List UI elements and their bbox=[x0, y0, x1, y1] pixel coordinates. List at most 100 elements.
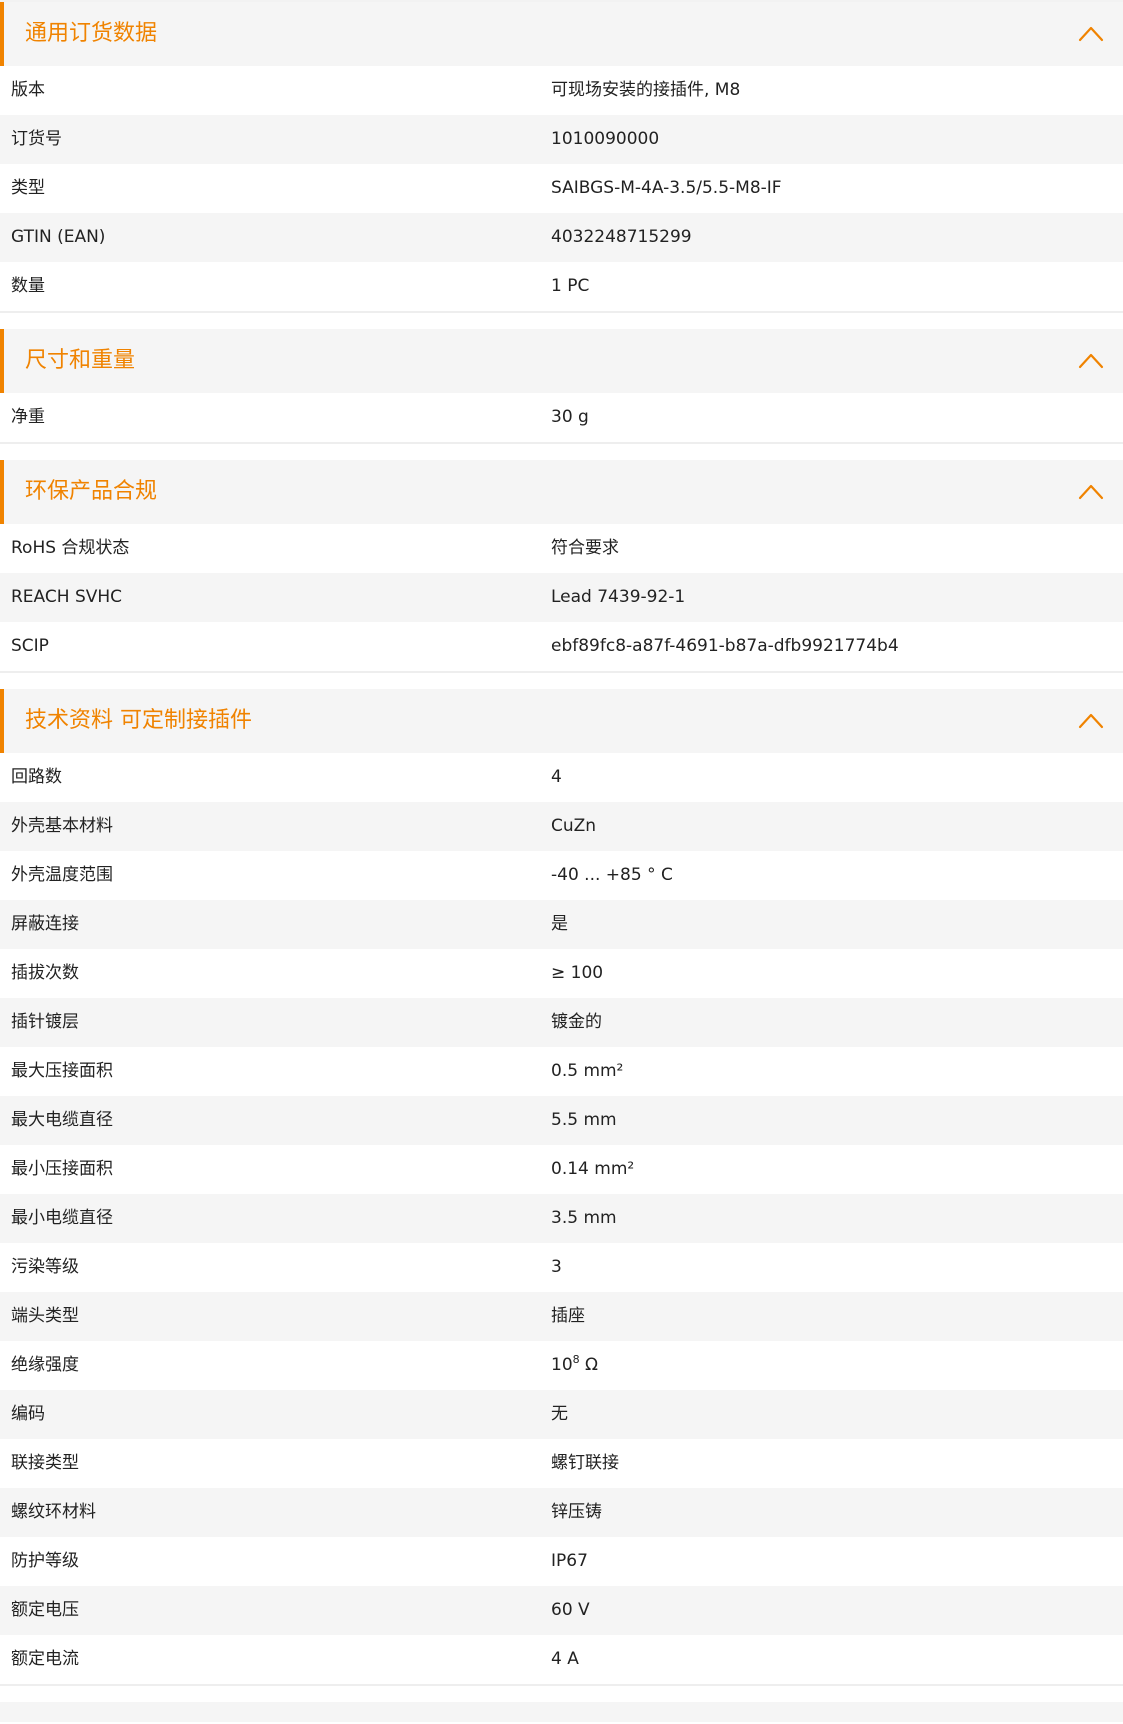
spec-value-text: 4 bbox=[551, 767, 562, 787]
spec-value-text: 可现场安装的接插件, M8 bbox=[551, 80, 741, 100]
spec-row: 回路数 4 bbox=[0, 753, 1123, 802]
spec-label: 最大电缆直径 bbox=[11, 1110, 113, 1130]
spec-value: 0.14 mm² bbox=[551, 1145, 634, 1194]
section-gap bbox=[0, 444, 1123, 460]
spec-value: 镀金的 bbox=[551, 998, 602, 1047]
spec-row: 编码 无 bbox=[0, 1390, 1123, 1439]
spec-value: 插座 bbox=[551, 1292, 585, 1341]
spec-value: 4032248715299 bbox=[551, 213, 692, 262]
spec-value-text: IP67 bbox=[551, 1551, 588, 1571]
spec-label: 额定电压 bbox=[11, 1600, 79, 1620]
spec-value-text: CuZn bbox=[551, 816, 597, 836]
spec-section: 尺寸和重量净重 30 g bbox=[0, 329, 1123, 444]
chevron-up-icon[interactable] bbox=[1077, 349, 1105, 373]
chevron-up-icon[interactable] bbox=[1077, 480, 1105, 504]
spec-label: 污染等级 bbox=[11, 1257, 79, 1277]
spec-value: 可现场安装的接插件, M8 bbox=[551, 66, 740, 115]
spec-row: RoHS 合规状态 符合要求 bbox=[0, 524, 1123, 573]
spec-value: 3 bbox=[551, 1243, 562, 1292]
spec-value: 5.5 mm bbox=[551, 1096, 617, 1145]
section-gap bbox=[0, 673, 1123, 689]
section-header[interactable]: 尺寸和重量 bbox=[0, 329, 1123, 393]
spec-value: 1 PC bbox=[551, 262, 589, 311]
section-gap bbox=[0, 313, 1123, 329]
spec-value-text: Lead 7439-92-1 bbox=[551, 587, 686, 607]
chevron-up-icon[interactable] bbox=[1077, 709, 1105, 733]
spec-row: 最小压接面积 0.14 mm² bbox=[0, 1145, 1123, 1194]
spec-value: 螺钉联接 bbox=[551, 1439, 619, 1488]
spec-value-unit: Ω bbox=[579, 1355, 599, 1375]
spec-row: 螺纹环材料 锌压铸 bbox=[0, 1488, 1123, 1537]
spec-label: 联接类型 bbox=[11, 1453, 79, 1473]
spec-value: 60 V bbox=[551, 1586, 590, 1635]
spec-label: 屏蔽连接 bbox=[11, 914, 79, 934]
spec-label: 版本 bbox=[11, 80, 45, 100]
spec-label: 绝缘强度 bbox=[11, 1355, 79, 1375]
spec-section: 技术资料 可定制接插件 回路数 4 外壳基本材料 CuZn 外壳温度范围 -40 ... +… bbox=[0, 689, 1123, 1686]
spec-row: 插针镀层 镀金的 bbox=[0, 998, 1123, 1047]
spec-value-text: 10 bbox=[551, 1355, 573, 1375]
spec-row: 订货号 1010090000 bbox=[0, 115, 1123, 164]
spec-value: 是 bbox=[551, 900, 568, 949]
spec-value: CuZn bbox=[551, 802, 596, 851]
spec-value-text: 是 bbox=[551, 914, 568, 934]
spec-value: SAIBGS-M-4A-3.5/5.5-M8-IF bbox=[551, 164, 782, 213]
spec-label: 外壳温度范围 bbox=[11, 865, 113, 885]
spec-value-text: 1 PC bbox=[551, 276, 590, 296]
spec-value-text: ≥ 100 bbox=[551, 963, 604, 983]
section-header[interactable]: 环保产品合规 bbox=[0, 460, 1123, 524]
spec-row: 绝缘强度 108 Ω bbox=[0, 1341, 1123, 1390]
spec-label: 最小压接面积 bbox=[11, 1159, 113, 1179]
spec-value: ≥ 100 bbox=[551, 949, 603, 998]
section-title: 技术资料 可定制接插件 bbox=[25, 708, 252, 733]
spec-value-text: 镀金的 bbox=[551, 1012, 602, 1032]
spec-value: 3.5 mm bbox=[551, 1194, 617, 1243]
section-title: 通用订货数据 bbox=[25, 21, 158, 46]
spec-value-text: 0.14 mm² bbox=[551, 1159, 635, 1179]
spec-row: 最小电缆直径 3.5 mm bbox=[0, 1194, 1123, 1243]
spec-label: 防护等级 bbox=[11, 1551, 79, 1571]
section-title: 环保产品合规 bbox=[25, 479, 158, 504]
spec-value-text: 1010090000 bbox=[551, 129, 660, 149]
spec-value: 0.5 mm² bbox=[551, 1047, 623, 1096]
spec-value: 4 A bbox=[551, 1635, 579, 1684]
spec-sections: 通用订货数据版本 可现场安装的接插件, M8 订货号 1010090000 类型 SAIB… bbox=[0, 2, 1123, 1686]
spec-value: -40 ... +85 ° C bbox=[551, 851, 673, 900]
spec-value-text: 符合要求 bbox=[551, 538, 619, 558]
section-title: 尺寸和重量 bbox=[25, 348, 136, 373]
spec-value-text: 3 bbox=[551, 1257, 562, 1277]
spec-row: 净重 30 g bbox=[0, 393, 1123, 444]
spec-label: 插拔次数 bbox=[11, 963, 79, 983]
spec-label: 螺纹环材料 bbox=[11, 1502, 96, 1522]
spec-label: 类型 bbox=[11, 178, 45, 198]
spec-label: 数量 bbox=[11, 276, 45, 296]
spec-row: 污染等级 3 bbox=[0, 1243, 1123, 1292]
spec-value: 1010090000 bbox=[551, 115, 659, 164]
spec-label: 最小电缆直径 bbox=[11, 1208, 113, 1228]
chevron-up-icon[interactable] bbox=[1077, 22, 1105, 46]
spec-row: 端头类型 插座 bbox=[0, 1292, 1123, 1341]
spec-row: 最大电缆直径 5.5 mm bbox=[0, 1096, 1123, 1145]
spec-row: 最大压接面积 0.5 mm² bbox=[0, 1047, 1123, 1096]
spec-value: Lead 7439-92-1 bbox=[551, 573, 685, 622]
spec-label: 订货号 bbox=[11, 129, 62, 149]
spec-row: 防护等级 IP67 bbox=[0, 1537, 1123, 1586]
spec-row: 版本 可现场安装的接插件, M8 bbox=[0, 66, 1123, 115]
spec-row: REACH SVHC Lead 7439-92-1 bbox=[0, 573, 1123, 622]
spec-section: 环保产品合规 RoHS 合规状态 符合要求 REACH SVHC Lead 7439-9… bbox=[0, 460, 1123, 673]
spec-label: 最大压接面积 bbox=[11, 1061, 113, 1081]
spec-label: 回路数 bbox=[11, 767, 62, 787]
spec-value-text: 3.5 mm bbox=[551, 1208, 617, 1228]
spec-value-text: 锌压铸 bbox=[551, 1502, 602, 1522]
section-header[interactable]: 技术资料 可定制接插件 bbox=[0, 689, 1123, 753]
spec-label: GTIN (EAN) bbox=[11, 227, 106, 247]
spec-row: 外壳温度范围 -40 ... +85 ° C bbox=[0, 851, 1123, 900]
spec-row: 类型 SAIBGS-M-4A-3.5/5.5-M8-IF bbox=[0, 164, 1123, 213]
section-header[interactable]: 通用订货数据 bbox=[0, 2, 1123, 66]
spec-value-text: 60 V bbox=[551, 1600, 590, 1620]
next-section-edge bbox=[0, 1702, 1123, 1722]
spec-row: 数量 1 PC bbox=[0, 262, 1123, 313]
spec-label: REACH SVHC bbox=[11, 587, 123, 607]
spec-value-exponent: 8 bbox=[572, 1353, 580, 1366]
spec-row: 插拔次数 ≥ 100 bbox=[0, 949, 1123, 998]
